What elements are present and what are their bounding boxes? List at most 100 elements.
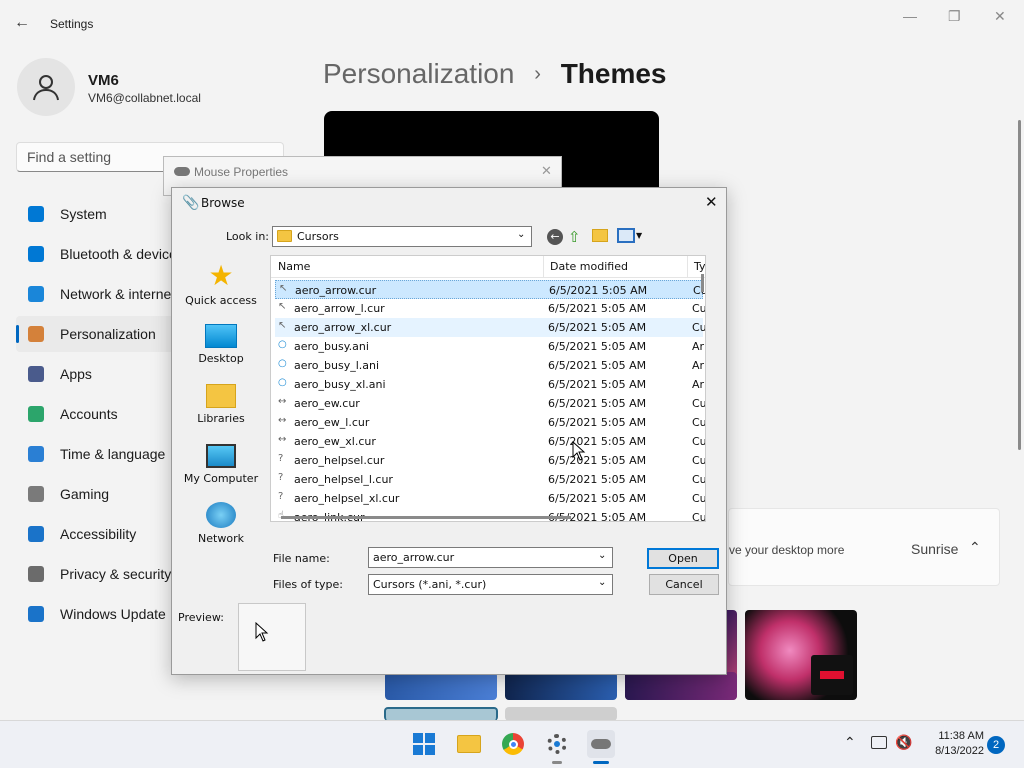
- place-libraries[interactable]: Libraries: [172, 384, 270, 425]
- file-row[interactable]: ○ aero_busy_l.ani 6/5/2021 5:05 AM Ar: [275, 356, 704, 375]
- libraries-icon: [206, 384, 236, 408]
- new-folder-icon[interactable]: [592, 229, 608, 242]
- back-arrow-icon[interactable]: ←: [14, 14, 30, 32]
- speaker-muted-icon[interactable]: 🔇: [895, 734, 912, 751]
- nav-icon: [28, 486, 44, 502]
- restore-icon[interactable]: ❐: [948, 8, 961, 25]
- file-list[interactable]: Name ˄ Date modified Ty ↖ aero_arrow.cur 6…: [270, 255, 706, 522]
- file-date: 6/5/2021 5:05 AM: [548, 473, 647, 486]
- close-icon[interactable]: ✕: [994, 8, 1006, 25]
- file-type: Cu: [692, 454, 706, 467]
- file-name: aero_helpsel.cur: [294, 454, 385, 467]
- sidebar-item-system[interactable]: System: [16, 196, 184, 232]
- sidebar-item-gaming[interactable]: Gaming: [16, 476, 184, 512]
- file-type: Ar: [692, 340, 705, 353]
- file-row[interactable]: ? aero_helpsel_l.cur 6/5/2021 5:05 AM Cu: [275, 470, 705, 489]
- sidebar-item-label: Accessibility: [60, 526, 137, 542]
- sidebar-item-label: Personalization: [60, 326, 156, 342]
- file-row[interactable]: ↔ aero_ew_xl.cur 6/5/2021 5:05 AM Cu: [275, 432, 706, 451]
- sidebar-item-accessibility[interactable]: Accessibility: [16, 516, 184, 552]
- place-label: Desktop: [198, 352, 244, 365]
- sidebar-item-label: System: [60, 206, 107, 222]
- network-status-icon[interactable]: [871, 736, 887, 749]
- arrow-cursor-icon: ↖: [278, 301, 287, 312]
- settings-gear-icon[interactable]: [543, 730, 571, 758]
- file-type: Cu: [692, 302, 706, 315]
- file-name-input[interactable]: aero_arrow.cur ⌄: [368, 547, 613, 568]
- place-network[interactable]: Network: [172, 502, 270, 545]
- file-row[interactable]: ? aero_helpsel.cur 6/5/2021 5:05 AM Cu: [275, 451, 706, 470]
- star-icon: ★: [208, 259, 234, 292]
- close-icon[interactable]: ✕: [705, 193, 718, 211]
- places-bar: ★ Quick access Desktop Libraries My Comp…: [172, 246, 270, 546]
- place-my-computer[interactable]: My Computer: [172, 444, 270, 485]
- column-name[interactable]: Name: [278, 260, 310, 273]
- sidebar-item-accounts[interactable]: Accounts: [16, 396, 184, 432]
- file-row[interactable]: ↖ aero_arrow.cur 6/5/2021 5:05 AM Cu: [275, 280, 705, 299]
- sidebar-item-privacy-security[interactable]: Privacy & security: [16, 556, 184, 592]
- column-type[interactable]: Ty: [694, 260, 705, 273]
- file-name: aero_helpsel_xl.cur: [294, 492, 400, 505]
- place-label: Network: [198, 532, 244, 545]
- open-button[interactable]: Open: [647, 548, 719, 569]
- theme-panel[interactable]: ve your desktop more Sunrise ⌃: [728, 508, 1000, 586]
- file-type-select[interactable]: Cursors (*.ani, *.cur) ⌄: [368, 574, 613, 595]
- help-cursor-icon: ?: [278, 453, 284, 464]
- file-row[interactable]: ↖ aero_arrow_l.cur 6/5/2021 5:05 AM Cu: [275, 299, 706, 318]
- sidebar-item-bluetooth-devices[interactable]: Bluetooth & devices: [16, 236, 184, 272]
- chevron-down-icon[interactable]: ⌄: [598, 550, 606, 561]
- cancel-button[interactable]: Cancel: [649, 574, 719, 595]
- resize-ew-icon: ↔: [278, 396, 287, 407]
- breadcrumb-parent[interactable]: Personalization: [323, 58, 514, 89]
- file-type: Cu: [692, 435, 706, 448]
- theme-thumbnail[interactable]: [625, 672, 737, 700]
- theme-thumbnail[interactable]: [384, 707, 498, 721]
- minimize-icon[interactable]: —: [903, 8, 917, 24]
- theme-thumbnail[interactable]: [505, 707, 617, 721]
- file-row[interactable]: ↔ aero_ew.cur 6/5/2021 5:05 AM Cu: [275, 394, 705, 413]
- close-icon[interactable]: ✕: [541, 163, 552, 179]
- clock[interactable]: 11:38 AM 8/13/2022: [924, 729, 984, 759]
- notification-badge[interactable]: 2: [987, 736, 1005, 754]
- list-scrollbar[interactable]: [701, 274, 704, 292]
- sidebar-item-network-internet[interactable]: Network & internet: [16, 276, 184, 312]
- start-icon[interactable]: [410, 730, 438, 758]
- desktop-icon: [205, 324, 237, 348]
- file-row[interactable]: ↖ aero_arrow_xl.cur 6/5/2021 5:05 AM Cu: [275, 318, 705, 337]
- chevron-up-icon[interactable]: ⌃: [844, 734, 856, 751]
- user-icon: [33, 75, 59, 101]
- view-menu-icon[interactable]: [617, 228, 635, 243]
- up-folder-icon[interactable]: ⇧: [568, 228, 581, 246]
- nav-icon: [28, 326, 44, 342]
- chevron-down-icon[interactable]: ▼: [636, 231, 642, 240]
- theme-thumbnail[interactable]: [745, 610, 857, 700]
- file-date: 6/5/2021 5:05 AM: [548, 359, 647, 372]
- file-date: 6/5/2021 5:05 AM: [548, 454, 647, 467]
- place-quick-access[interactable]: ★ Quick access: [172, 259, 270, 308]
- sidebar-item-time-language[interactable]: Time & language: [16, 436, 184, 472]
- look-in-select[interactable]: Cursors ⌄: [272, 226, 532, 247]
- chevron-up-icon[interactable]: ⌃: [969, 539, 981, 556]
- file-row[interactable]: ↔ aero_ew_l.cur 6/5/2021 5:05 AM Cu: [275, 413, 705, 432]
- chevron-right-icon: ›: [534, 63, 541, 85]
- file-date: 6/5/2021 5:05 AM: [548, 321, 647, 334]
- mouse-app-icon[interactable]: [587, 730, 615, 758]
- file-row[interactable]: ☝aero_link.cur6/5/2021 5:05 AMCu: [275, 508, 705, 521]
- sidebar-item-apps[interactable]: Apps: [16, 356, 184, 392]
- sidebar-item-windows-update[interactable]: Windows Update: [16, 596, 184, 632]
- list-hscrollbar[interactable]: [281, 516, 571, 519]
- scrollbar[interactable]: [1018, 120, 1021, 450]
- column-date[interactable]: Date modified: [550, 260, 628, 273]
- file-row[interactable]: ○ aero_busy_xl.ani 6/5/2021 5:05 AM Ar: [275, 375, 704, 394]
- avatar[interactable]: [17, 58, 75, 116]
- theme-thumbnail[interactable]: [505, 672, 617, 700]
- chevron-down-icon[interactable]: ⌄: [598, 577, 606, 588]
- file-row[interactable]: ○ aero_busy.ani 6/5/2021 5:05 AM Ar: [275, 337, 705, 356]
- theme-thumbnail[interactable]: [385, 672, 497, 700]
- place-desktop[interactable]: Desktop: [172, 324, 270, 365]
- back-icon[interactable]: ←: [547, 229, 563, 245]
- sidebar-item-personalization[interactable]: Personalization: [16, 316, 184, 352]
- chrome-icon[interactable]: [499, 730, 527, 758]
- file-explorer-icon[interactable]: [455, 730, 483, 758]
- file-row[interactable]: ? aero_helpsel_xl.cur 6/5/2021 5:05 AM Cu: [275, 489, 705, 508]
